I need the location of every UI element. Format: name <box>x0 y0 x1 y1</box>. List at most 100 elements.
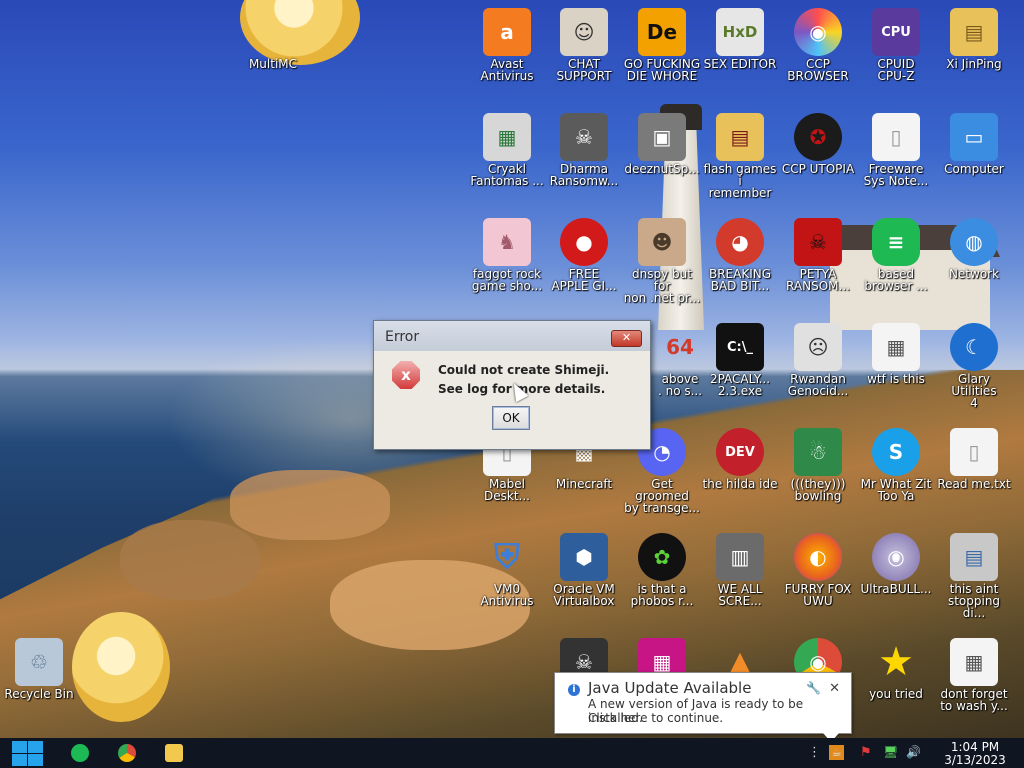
firefox-icon: ◐ <box>794 533 842 581</box>
desktop-icon-bowling[interactable]: ☃ (((they))) bowling <box>779 428 857 502</box>
volume-tray-icon[interactable]: 🔊 <box>906 745 921 759</box>
desktop-icon-skype[interactable]: S Mr What Zit Too Ya <box>857 428 935 502</box>
start-button[interactable] <box>10 740 43 766</box>
taskbar-spotify-icon[interactable] <box>71 744 89 762</box>
dialog-close-button[interactable]: ✕ <box>611 330 642 347</box>
desktop-icon-rwandan[interactable]: ☹ Rwandan Genocid... <box>779 323 857 397</box>
icq-flower-icon: ✿ <box>638 533 686 581</box>
desktop-icon-readme[interactable]: ▯ Read me.txt <box>935 428 1013 490</box>
desktop-icon-virtualbox[interactable]: ⬢ Oracle VM Virtualbox <box>545 533 623 607</box>
desktop-icon-cryakl[interactable]: ▦ Cryakl Fantomas ... <box>468 113 546 187</box>
support-person-icon: ☺ <box>560 8 608 56</box>
desktop-icon-phobos[interactable]: ✿ is that a phobos r... <box>623 533 701 607</box>
stacked-windows-icon: ▣ <box>638 113 686 161</box>
notification-line2[interactable]: Click here to continue. <box>588 711 723 725</box>
computer-icon: ▭ <box>950 113 998 161</box>
desktop-icon-ccp-utopia[interactable]: ✪ CCP UTOPIA <box>779 113 857 175</box>
java-tray-icon[interactable]: ☕ <box>829 745 844 760</box>
clock-date: 3/13/2023 <box>944 753 1006 767</box>
windows-logo-pane <box>12 754 27 766</box>
desktop-icon-devcpp[interactable]: DEV the hilda ide <box>701 428 779 490</box>
desktop-icon-dharma[interactable]: ☠ Dharma Ransomw... <box>545 113 623 187</box>
window-app-icon: ▦ <box>483 113 531 161</box>
desktop-icon-computer[interactable]: ▭ Computer <box>935 113 1013 175</box>
taskbar-file-explorer-icon[interactable] <box>165 744 183 762</box>
bowling-game-icon: ☃ <box>794 428 842 476</box>
desktop-icon-dnspy[interactable]: ☻ dnspy but for non .net pr... <box>623 218 701 304</box>
meme-face-icon: ☹ <box>794 323 842 371</box>
portrait-icon: ☻ <box>638 218 686 266</box>
desktop-icon-cpuz[interactable]: CPU CPUID CPU-Z <box>857 8 935 82</box>
windows-logo-pane <box>28 754 43 766</box>
angry-bird-icon: ◕ <box>716 218 764 266</box>
desktop-icon-deeznut[interactable]: ▣ deeznutSp... <box>623 113 701 175</box>
desktop-icon-xi-jinping[interactable]: ▤ Xi JinPing <box>935 8 1013 70</box>
shield-icon: ⛨ <box>494 537 520 577</box>
multimc-icon <box>249 8 297 56</box>
desktop-icon-chat-support[interactable]: ☺ CHAT SUPPORT <box>545 8 623 82</box>
tray-overflow-icon[interactable]: ⋮ <box>808 745 821 760</box>
desktop-icon-multimc[interactable]: MultiMC <box>234 8 312 70</box>
desktop-icon-this-aint-stopping[interactable]: ▤ this aint stopping di... <box>935 533 1013 619</box>
desktop-icon-wtf-is-this[interactable]: ▦ wtf is this <box>857 323 935 385</box>
desktop-icon-you-tried[interactable]: ★ you tried <box>857 638 935 700</box>
calendar-file-icon: ▦ <box>872 323 920 371</box>
avast-icon: a <box>483 8 531 56</box>
dialog-message-line1: Could not create Shimeji. <box>438 363 610 377</box>
desktop-icon-ccp-browser[interactable]: ◉ CCP BROWSER <box>779 8 857 82</box>
desktop-icon-de[interactable]: De GO FUCKING DIE WHORE <box>623 8 701 82</box>
desktop-icon-based-browser[interactable]: ≡ based browser ... <box>857 218 935 292</box>
taskbar-chrome-icon[interactable] <box>118 744 136 762</box>
windows-logo-pane <box>12 741 27 753</box>
info-icon: i <box>568 684 580 696</box>
skype-icon: S <box>872 428 920 476</box>
network-tray-icon[interactable]: 🖥 <box>883 745 898 759</box>
desktop-icon-breaking-bad[interactable]: ◕ BREAKING BAD BIT... <box>701 218 779 292</box>
computer-scan-icon: ▤ <box>950 533 998 581</box>
desktop-icon-rock-game[interactable]: ♞ faggot rock game sho... <box>468 218 546 292</box>
desktop-icon-glary-utilities[interactable]: ☾ Glary Utilities 4 <box>935 323 1013 409</box>
de-logo-icon: De <box>638 8 686 56</box>
old-computer-icon: ▥ <box>716 533 764 581</box>
text-file-icon: ▯ <box>950 428 998 476</box>
desktop-icon-vm0-antivirus[interactable]: ⛨ VM0 Antivirus <box>468 533 546 607</box>
recycle-bin-icon: ♲ <box>15 638 63 686</box>
glary-moon-icon: ☾ <box>950 323 998 371</box>
desktop-icon-network[interactable]: ◍ Network <box>935 218 1013 280</box>
desktop-icon-flash-games[interactable]: ▤ flash games i remember <box>701 113 779 199</box>
folder-icon: ▤ <box>950 8 998 56</box>
desktop-icon-freeware-sys-note[interactable]: ▯ Freeware Sys Note... <box>857 113 935 187</box>
desktop-icon-free-apple[interactable]: ● FREE APPLE GI... <box>545 218 623 292</box>
skull-crossbones-icon: ☠ <box>794 218 842 266</box>
red-64-icon: 64 <box>666 335 694 359</box>
desktop-icon-recycle-bin[interactable]: ♲ Recycle Bin <box>0 638 78 700</box>
chat-bubble-icon: ≡ <box>872 218 920 266</box>
desktop-icon-ultrabull[interactable]: ◎ UltraBULL... <box>857 533 935 595</box>
desktop-icon-petya[interactable]: ☠ PETYA RANSOM... <box>779 218 857 292</box>
document-icon: ▯ <box>872 113 920 161</box>
browser-icon: ◉ <box>794 8 842 56</box>
ok-button[interactable]: OK <box>492 406 530 430</box>
apple-icon: ● <box>560 218 608 266</box>
rock <box>120 520 260 600</box>
windows-logo-pane <box>28 741 43 753</box>
skull-icon: ☠ <box>560 113 608 161</box>
desktop-icon-hxd[interactable]: HxD SEX EDITOR <box>701 8 779 70</box>
desktop-icon-dont-forget[interactable]: ▦ dont forget to wash y... <box>935 638 1013 712</box>
wrench-icon[interactable]: 🔧 <box>806 681 821 695</box>
utopia-icon: ✪ <box>794 113 842 161</box>
devcpp-icon: DEV <box>716 428 764 476</box>
desktop-icon-we-all-scream[interactable]: ▥ WE ALL SCRE... <box>701 533 779 607</box>
action-center-flag-icon[interactable]: ⚑ <box>860 745 872 760</box>
desktop-background: MultiMC a Avast Antivirus ☺ CHAT SUPPORT… <box>0 0 1024 738</box>
cpuz-icon: CPU <box>872 8 920 56</box>
error-icon: x <box>392 361 420 389</box>
desktop-icon-avast[interactable]: a Avast Antivirus <box>468 8 546 82</box>
desktop-icon-2pacalypse[interactable]: C:\_ 2PACALY... 2.3.exe <box>701 323 779 397</box>
desktop-icon-firefox[interactable]: ◐ FURRY FOX UWU <box>779 533 857 607</box>
taskbar-clock[interactable]: 1:04 PM 3/13/2023 <box>935 741 1015 767</box>
java-update-notification[interactable]: i Java Update Available A new version of… <box>554 672 852 738</box>
dialog-title-bar[interactable]: Error ✕ <box>374 321 650 351</box>
close-icon[interactable]: ✕ <box>829 681 840 696</box>
gold-star-icon: ★ <box>878 639 914 685</box>
